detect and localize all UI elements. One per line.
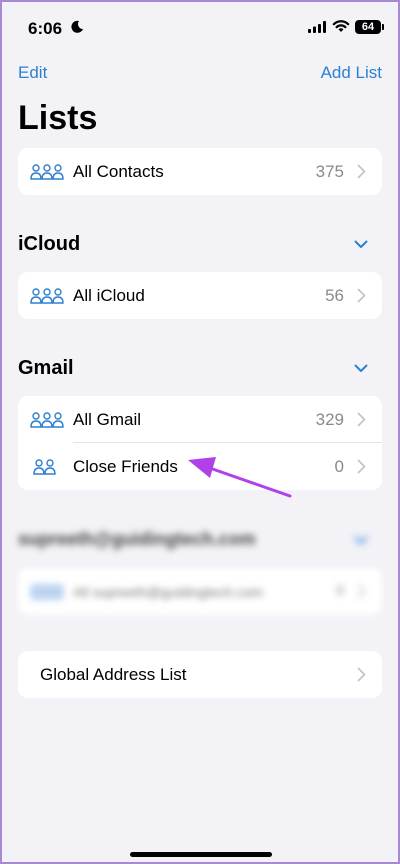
list-count: 375 [315, 162, 344, 181]
list-label: All Gmail [73, 410, 142, 429]
list-label: Close Friends [73, 457, 178, 476]
list-row-all-icloud[interactable]: All iCloud 56 [18, 272, 382, 319]
group-icon [30, 412, 64, 428]
chevron-right-icon [357, 288, 366, 303]
battery-indicator: 64 [355, 20, 381, 34]
list-row-all-account[interactable]: All supreeth@guidingtech.com 0 [18, 568, 382, 615]
chevron-down-icon[interactable] [354, 364, 368, 373]
section-header-gmail: Gmail [18, 357, 74, 379]
status-time: 6:06 [28, 19, 63, 38]
chevron-right-icon [357, 164, 366, 179]
section-header-account: supreeth@guidingtech.com [18, 529, 256, 549]
list-label: Global Address List [40, 665, 187, 684]
group-icon [30, 164, 64, 180]
section-header-icloud: iCloud [18, 233, 81, 255]
group-icon [30, 584, 64, 600]
list-count: 329 [315, 410, 344, 429]
icloud-card: All iCloud 56 [18, 272, 382, 319]
two-person-icon [33, 459, 56, 475]
edit-button[interactable]: Edit [18, 63, 47, 83]
list-count: 56 [325, 286, 344, 305]
wifi-icon [332, 20, 350, 32]
chevron-down-icon[interactable] [354, 536, 368, 545]
home-indicator [130, 852, 272, 857]
chevron-right-icon [357, 412, 366, 427]
list-label: All Contacts [73, 162, 164, 181]
screenshot-frame: 6:06 64 Edit Add List Lists All Contacts… [0, 0, 400, 864]
contacts-lists-screen: 6:06 64 Edit Add List Lists All Contacts… [2, 2, 398, 862]
chevron-right-icon [357, 584, 366, 599]
chevron-right-icon [357, 459, 366, 474]
page-title: Lists [18, 99, 98, 137]
battery-nub [382, 24, 384, 30]
annotation-arrow [188, 457, 292, 498]
chevron-right-icon [357, 667, 366, 682]
status-bar: 6:06 64 [2, 2, 398, 52]
list-row-all-contacts[interactable]: All Contacts 375 [18, 148, 382, 195]
cellular-signal-icon [308, 21, 326, 33]
list-label: All supreeth@guidingtech.com [73, 584, 264, 600]
group-icon [30, 288, 64, 304]
chevron-down-icon[interactable] [354, 240, 368, 249]
all-contacts-card: All Contacts 375 [18, 148, 382, 195]
global-address-list-card: Global Address List [18, 651, 382, 698]
moon-icon [71, 20, 83, 33]
list-row-all-gmail[interactable]: All Gmail 329 [18, 396, 382, 443]
list-row-global-address-list[interactable]: Global Address List [18, 651, 382, 698]
list-label: All iCloud [73, 286, 145, 305]
account-card: All supreeth@guidingtech.com 0 [18, 568, 382, 615]
list-count: 0 [336, 582, 344, 598]
add-list-button[interactable]: Add List [321, 63, 382, 83]
list-count: 0 [334, 457, 344, 476]
